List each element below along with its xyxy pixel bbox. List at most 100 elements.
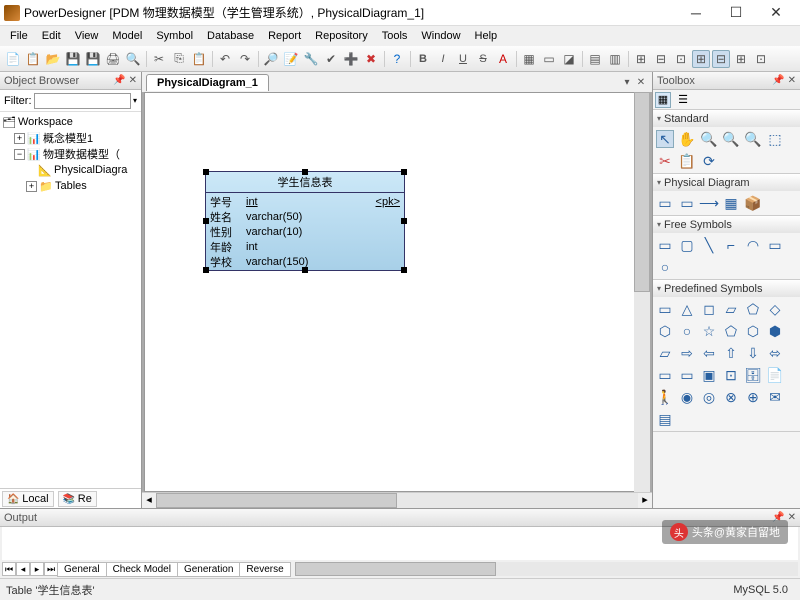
- tab-nav-prev-icon[interactable]: ◂: [16, 562, 30, 576]
- tree-n2[interactable]: 物理数据模型（: [43, 146, 120, 162]
- win5-icon[interactable]: ⊟: [712, 50, 730, 68]
- sym-16-icon[interactable]: ⇧: [722, 344, 740, 362]
- underline-icon[interactable]: U: [454, 50, 472, 68]
- dist-icon[interactable]: ▥: [606, 50, 624, 68]
- zoomfit-icon[interactable]: 🔍: [744, 130, 762, 148]
- menu-tools[interactable]: Tools: [376, 28, 414, 44]
- sym-29-icon[interactable]: ✉: [766, 388, 784, 406]
- align-icon[interactable]: ▤: [586, 50, 604, 68]
- panel-close-icon[interactable]: ✕: [788, 75, 796, 86]
- section-standard[interactable]: Standard: [664, 113, 709, 125]
- document-tab[interactable]: PhysicalDiagram_1: [146, 74, 269, 91]
- sym-22-icon[interactable]: ⊡: [722, 366, 740, 384]
- sym-13-icon[interactable]: ▱: [656, 344, 674, 362]
- close-button[interactable]: ✕: [756, 2, 796, 24]
- menu-symbol[interactable]: Symbol: [150, 28, 199, 44]
- rect-icon[interactable]: ▭: [656, 236, 674, 254]
- sym-actor-icon[interactable]: 🚶: [656, 388, 674, 406]
- menu-repository[interactable]: Repository: [309, 28, 374, 44]
- copy-icon[interactable]: ⎘: [170, 50, 188, 68]
- help-icon[interactable]: ?: [388, 50, 406, 68]
- collapse-icon[interactable]: −: [14, 149, 25, 160]
- fill-icon[interactable]: ▦: [520, 50, 538, 68]
- sym-15-icon[interactable]: ⇦: [700, 344, 718, 362]
- diagram-canvas[interactable]: 学生信息表 学号int<pk> 姓名varchar(50) 性别varchar(…: [144, 92, 650, 492]
- sym-28-icon[interactable]: ⊕: [744, 388, 762, 406]
- win2-icon[interactable]: ⊟: [652, 50, 670, 68]
- fontcolor-icon[interactable]: A: [494, 50, 512, 68]
- arc-icon[interactable]: ◠: [744, 236, 762, 254]
- win1-icon[interactable]: ⊞: [632, 50, 650, 68]
- refresh-icon[interactable]: ⟳: [700, 152, 718, 170]
- tab-nav-next-icon[interactable]: ▸: [30, 562, 44, 576]
- cut-tool-icon[interactable]: ✂: [656, 152, 674, 170]
- menu-model[interactable]: Model: [106, 28, 148, 44]
- tab-close-icon[interactable]: ✕: [634, 77, 648, 88]
- preview-icon[interactable]: 🔍: [124, 50, 142, 68]
- zoomarea-icon[interactable]: ⬚: [766, 130, 784, 148]
- sym-doc-icon[interactable]: 📄: [766, 366, 784, 384]
- section-physical[interactable]: Physical Diagram: [664, 177, 750, 189]
- maximize-button[interactable]: ☐: [716, 2, 756, 24]
- strike-icon[interactable]: S: [474, 50, 492, 68]
- panel-pin-icon[interactable]: 📌: [113, 75, 125, 86]
- horizontal-scrollbar[interactable]: ◂ ▸: [142, 492, 652, 508]
- tab-menu-icon[interactable]: ▾: [620, 77, 634, 88]
- sym-1-icon[interactable]: ▭: [656, 300, 674, 318]
- sym-27-icon[interactable]: ⊗: [722, 388, 740, 406]
- menu-view[interactable]: View: [69, 28, 105, 44]
- paste-icon[interactable]: 📋: [190, 50, 208, 68]
- tree-workspace[interactable]: Workspace: [18, 116, 73, 128]
- sym-2-icon[interactable]: △: [678, 300, 696, 318]
- view-tool-icon[interactable]: ▭: [678, 194, 696, 212]
- filter-dropdown-icon[interactable]: ▾: [133, 96, 137, 105]
- menu-window[interactable]: Window: [415, 28, 466, 44]
- pointer-tool-icon[interactable]: ↖: [656, 130, 674, 148]
- sym-10-icon[interactable]: ⬠: [722, 322, 740, 340]
- win3-icon[interactable]: ⊡: [672, 50, 690, 68]
- toolbox-list-view-icon[interactable]: ☰: [675, 92, 691, 108]
- tree-n1[interactable]: 概念模型1: [43, 130, 93, 146]
- tool-icon[interactable]: 🔧: [302, 50, 320, 68]
- open-icon[interactable]: 📂: [44, 50, 62, 68]
- italic-icon[interactable]: I: [434, 50, 452, 68]
- redo-icon[interactable]: ↷: [236, 50, 254, 68]
- output-tab-rev[interactable]: Reverse: [239, 562, 290, 577]
- sym-25-icon[interactable]: ◉: [678, 388, 696, 406]
- tree-n3[interactable]: PhysicalDiagra: [54, 164, 127, 176]
- expand-icon[interactable]: +: [26, 181, 37, 192]
- line-icon[interactable]: ▭: [540, 50, 558, 68]
- bold-icon[interactable]: B: [414, 50, 432, 68]
- sym-26-icon[interactable]: ◎: [700, 388, 718, 406]
- paste-tool-icon[interactable]: 📋: [678, 152, 696, 170]
- menu-edit[interactable]: Edit: [36, 28, 67, 44]
- sym-6-icon[interactable]: ◇: [766, 300, 784, 318]
- sym-11-icon[interactable]: ⬡: [744, 322, 762, 340]
- remove-icon[interactable]: ✖: [362, 50, 380, 68]
- panel-close-icon[interactable]: ✕: [129, 75, 137, 86]
- sym-4-icon[interactable]: ▱: [722, 300, 740, 318]
- cut-icon[interactable]: ✂: [150, 50, 168, 68]
- expand-icon[interactable]: +: [14, 133, 25, 144]
- output-tab-gen[interactable]: Generation: [177, 562, 240, 577]
- tab-local[interactable]: 🏠 Local: [2, 491, 54, 507]
- print-icon[interactable]: 🖨: [104, 50, 122, 68]
- new-model-icon[interactable]: 📋: [24, 50, 42, 68]
- properties-icon[interactable]: 📝: [282, 50, 300, 68]
- filter-input[interactable]: [34, 93, 131, 109]
- tab-nav-first-icon[interactable]: ⏮: [2, 562, 16, 576]
- hand-tool-icon[interactable]: ✋: [678, 130, 696, 148]
- menu-report[interactable]: Report: [262, 28, 307, 44]
- reference-tool-icon[interactable]: ⟶: [700, 194, 718, 212]
- section-predef[interactable]: Predefined Symbols: [664, 283, 762, 295]
- table-tool-icon[interactable]: ▭: [656, 194, 674, 212]
- find-icon[interactable]: 🔎: [262, 50, 280, 68]
- add-icon[interactable]: ➕: [342, 50, 360, 68]
- undo-icon[interactable]: ↶: [216, 50, 234, 68]
- tree-n4[interactable]: Tables: [55, 180, 87, 192]
- tab-re[interactable]: 📚 Re: [58, 491, 97, 507]
- sym-12-icon[interactable]: ⬢: [766, 322, 784, 340]
- line-tool-icon[interactable]: ╲: [700, 236, 718, 254]
- save-icon[interactable]: 💾: [64, 50, 82, 68]
- text-tool-icon[interactable]: ▭: [766, 236, 784, 254]
